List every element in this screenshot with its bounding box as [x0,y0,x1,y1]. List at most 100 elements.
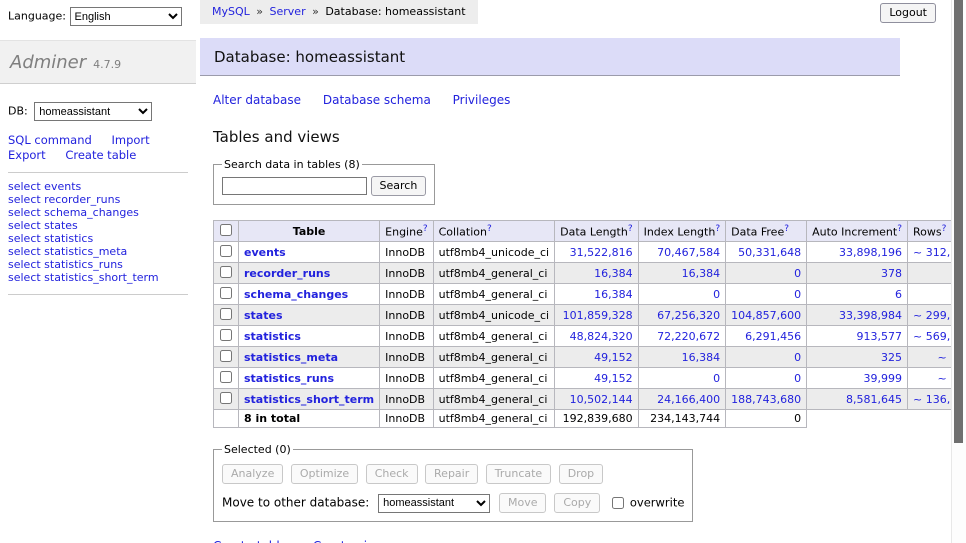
sidebar-item-select-statistics[interactable]: select statistics [8,232,93,245]
column-header-index-length: Index Length? [638,221,726,242]
data-length-cell: 31,522,816 [555,242,638,263]
help-link-icon[interactable]: ? [897,224,902,234]
column-header-auto-increment: Auto Increment? [807,221,908,242]
repair-button[interactable]: Repair [425,464,478,484]
sidebar-item-select-schema-changes[interactable]: select schema_changes [8,206,139,219]
sidebar-item-select-statistics-meta[interactable]: select statistics_meta [8,245,127,258]
sidebar: Language: English Adminer 4.7.9 DB: home… [0,0,196,303]
collation-cell: utf8mb4_general_ci [433,284,554,305]
import-link[interactable]: Import [111,133,149,147]
row-checkbox[interactable] [220,329,232,341]
app-version: 4.7.9 [93,58,121,71]
table-row: statistics_runs InnoDB utf8mb4_general_c… [214,368,966,389]
truncate-button[interactable]: Truncate [486,464,551,484]
column-header-engine: Engine? [380,221,433,242]
overwrite-label[interactable]: overwrite [630,496,685,510]
row-checkbox[interactable] [220,350,232,362]
row-checkbox[interactable] [220,371,232,383]
db-select-row: DB: homeassistant [8,102,188,121]
sidebar-item-select-recorder-runs[interactable]: select recorder_runs [8,193,120,206]
total-label: 8 in total [239,410,380,428]
sidebar-item-select-events[interactable]: select events [8,180,81,193]
vertical-scrollbar[interactable] [951,0,966,543]
engine-cell: InnoDB [380,263,433,284]
language-label: Language: [8,10,66,23]
help-link-icon[interactable]: ? [784,224,789,234]
export-link[interactable]: Export [8,148,46,162]
total-collation: utf8mb4_general_ci [433,410,554,428]
topbar: MySQL » Server » Database: homeassistant… [200,0,952,26]
breadcrumb-server-link[interactable]: Server [270,5,306,18]
engine-cell: InnoDB [380,284,433,305]
sql-command-link[interactable]: SQL command [8,133,92,147]
total-engine: InnoDB [380,410,433,428]
privileges-link[interactable]: Privileges [453,93,511,107]
row-checkbox[interactable] [220,308,232,320]
database-schema-link[interactable]: Database schema [323,93,431,107]
table-total-row: 8 in total InnoDB utf8mb4_general_ci 192… [214,410,966,428]
move-database-select[interactable]: homeassistant [378,494,490,513]
logout-button[interactable]: Logout [880,3,936,23]
help-link-icon[interactable]: ? [942,224,947,234]
table-link-statistics-runs[interactable]: statistics_runs [244,372,334,385]
help-link-icon[interactable]: ? [487,224,492,234]
breadcrumb-mysql-link[interactable]: MySQL [212,5,250,18]
collation-cell: utf8mb4_unicode_ci [433,242,554,263]
db-select[interactable]: homeassistant [34,102,152,121]
data-free-cell: 104,857,600 [726,305,807,326]
sidebar-item-select-statistics-short-term[interactable]: select statistics_short_term [8,271,159,284]
language-select[interactable]: English [70,7,182,26]
table-link-statistics-meta[interactable]: statistics_meta [244,351,338,364]
search-button[interactable]: Search [371,176,427,196]
data-free-cell: 0 [726,263,807,284]
table-link-states[interactable]: states [244,309,283,322]
create-view-link[interactable]: Create view [313,539,384,543]
collation-cell: utf8mb4_general_ci [433,389,554,410]
optimize-button[interactable]: Optimize [291,464,358,484]
overwrite-checkbox[interactable] [612,497,624,509]
index-length-cell: 67,256,320 [638,305,726,326]
help-link-icon[interactable]: ? [715,224,720,234]
sidebar-actions: SQL command Import Export Create table [8,133,188,163]
engine-cell: InnoDB [380,326,433,347]
table-link-statistics-short-term[interactable]: statistics_short_term [244,393,374,406]
analyze-button[interactable]: Analyze [222,464,283,484]
check-button[interactable]: Check [366,464,418,484]
table-link-recorder-runs[interactable]: recorder_runs [244,267,330,280]
adminer-logo-link[interactable]: Adminer [10,52,86,73]
row-checkbox[interactable] [220,392,232,404]
help-link-icon[interactable]: ? [628,224,633,234]
column-header-collation: Collation? [433,221,554,242]
row-checkbox[interactable] [220,287,232,299]
table-row: statistics_short_term InnoDB utf8mb4_gen… [214,389,966,410]
help-link-icon[interactable]: ? [423,224,428,234]
alter-database-link[interactable]: Alter database [213,93,301,107]
data-free-cell: 50,331,648 [726,242,807,263]
breadcrumb-separator: » [256,5,263,18]
sidebar-item-select-statistics-runs[interactable]: select statistics_runs [8,258,123,271]
table-link-schema-changes[interactable]: schema_changes [244,288,348,301]
table-link-statistics[interactable]: statistics [244,330,301,343]
sidebar-item-select-states[interactable]: select states [8,219,78,232]
db-label: DB: [8,105,28,118]
row-checkbox[interactable] [220,266,232,278]
tables-overview-table: Table Engine? Collation? Data Length? In… [213,220,966,428]
data-free-cell: 0 [726,347,807,368]
breadcrumb: MySQL » Server » Database: homeassistant [200,0,478,24]
data-length-cell: 49,152 [555,347,638,368]
create-table-link-sidebar[interactable]: Create table [65,148,136,162]
create-table-link[interactable]: Create table [213,539,287,543]
data-length-cell: 10,502,144 [555,389,638,410]
engine-cell: InnoDB [380,368,433,389]
copy-button[interactable]: Copy [554,493,600,513]
collation-cell: utf8mb4_general_ci [433,347,554,368]
drop-button[interactable]: Drop [559,464,603,484]
select-all-checkbox[interactable] [220,224,232,236]
move-button[interactable]: Move [499,493,547,513]
row-checkbox[interactable] [220,245,232,257]
engine-cell: InnoDB [380,305,433,326]
scrollbar-thumb[interactable] [954,0,963,443]
table-link-events[interactable]: events [244,246,286,259]
search-input[interactable] [222,177,367,195]
auto-increment-cell: 33,398,984 [807,305,908,326]
